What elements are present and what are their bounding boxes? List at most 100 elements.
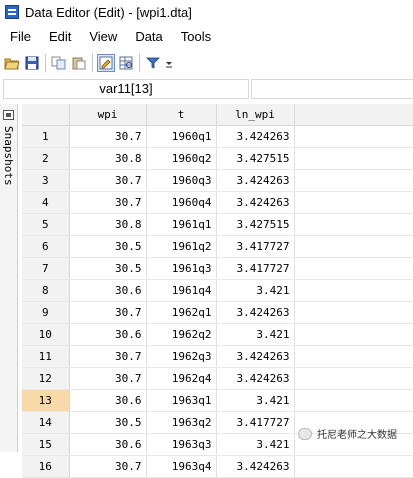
row-number[interactable]: 3	[22, 169, 70, 192]
save-icon[interactable]	[23, 54, 41, 72]
cell-wpi[interactable]: 30.5	[69, 411, 147, 434]
cell-wpi[interactable]: 30.7	[69, 169, 147, 192]
cell-wpi[interactable]: 30.6	[69, 279, 147, 302]
paste-icon[interactable]	[70, 54, 88, 72]
cell-reference-box[interactable]: var11[13]	[3, 79, 249, 99]
table-row[interactable]: 8 30.6 1961q4 3.421	[22, 279, 413, 302]
cell-wpi[interactable]: 30.8	[69, 213, 147, 236]
row-number[interactable]: 7	[22, 257, 70, 280]
row-number[interactable]: 9	[22, 301, 70, 324]
cell-empty[interactable]	[294, 455, 413, 478]
cell-t[interactable]: 1962q2	[146, 323, 217, 346]
cell-ln-wpi[interactable]: 3.427515	[216, 213, 295, 236]
table-row[interactable]: 11 30.7 1962q3 3.424263	[22, 345, 413, 368]
cell-empty[interactable]	[294, 389, 413, 412]
cell-empty[interactable]	[294, 345, 413, 368]
row-number[interactable]: 12	[22, 367, 70, 390]
dropdown-arrow-icon[interactable]	[164, 54, 174, 72]
cell-ln-wpi[interactable]: 3.421	[216, 389, 295, 412]
cell-ln-wpi[interactable]: 3.424263	[216, 125, 295, 148]
cell-empty[interactable]	[294, 125, 413, 148]
browse-mode-icon[interactable]	[117, 54, 135, 72]
cell-t[interactable]: 1960q1	[146, 125, 217, 148]
menu-edit[interactable]: Edit	[39, 29, 79, 44]
cell-wpi[interactable]: 30.6	[69, 389, 147, 412]
copy-icon[interactable]	[50, 54, 68, 72]
column-header-t[interactable]: t	[146, 104, 217, 126]
cell-empty[interactable]	[294, 213, 413, 236]
cell-ln-wpi[interactable]: 3.421	[216, 433, 295, 456]
cell-t[interactable]: 1962q4	[146, 367, 217, 390]
row-number[interactable]: 11	[22, 345, 70, 368]
cell-empty[interactable]	[294, 367, 413, 390]
column-header-empty[interactable]	[294, 104, 413, 126]
snapshot-icon[interactable]	[3, 110, 14, 120]
cell-wpi[interactable]: 30.7	[69, 345, 147, 368]
table-row[interactable]: 3 30.7 1960q3 3.424263	[22, 169, 413, 192]
table-row[interactable]: 12 30.7 1962q4 3.424263	[22, 367, 413, 390]
cell-wpi[interactable]: 30.7	[69, 191, 147, 214]
cell-wpi[interactable]: 30.7	[69, 125, 147, 148]
cell-t[interactable]: 1961q3	[146, 257, 217, 280]
cell-t[interactable]: 1963q3	[146, 433, 217, 456]
cell-t[interactable]: 1960q2	[146, 147, 217, 170]
table-row[interactable]: 13 30.6 1963q1 3.421	[22, 389, 413, 412]
table-row[interactable]: 5 30.8 1961q1 3.427515	[22, 213, 413, 236]
cell-wpi[interactable]: 30.6	[69, 323, 147, 346]
cell-empty[interactable]	[294, 147, 413, 170]
menu-view[interactable]: View	[79, 29, 125, 44]
cell-ln-wpi[interactable]: 3.424263	[216, 367, 295, 390]
menu-file[interactable]: File	[0, 29, 39, 44]
cell-ln-wpi[interactable]: 3.424263	[216, 455, 295, 478]
cell-wpi[interactable]: 30.8	[69, 147, 147, 170]
cell-ln-wpi[interactable]: 3.424263	[216, 301, 295, 324]
row-number[interactable]: 13	[22, 389, 70, 412]
cell-wpi[interactable]: 30.7	[69, 367, 147, 390]
cell-t[interactable]: 1960q3	[146, 169, 217, 192]
table-row[interactable]: 9 30.7 1962q1 3.424263	[22, 301, 413, 324]
table-row[interactable]: 10 30.6 1962q2 3.421	[22, 323, 413, 346]
cell-empty[interactable]	[294, 191, 413, 214]
row-number[interactable]: 6	[22, 235, 70, 258]
column-header-wpi[interactable]: wpi	[69, 104, 147, 126]
corner-cell[interactable]	[22, 104, 70, 126]
row-number[interactable]: 2	[22, 147, 70, 170]
cell-t[interactable]: 1961q1	[146, 213, 217, 236]
cell-t[interactable]: 1962q3	[146, 345, 217, 368]
table-row[interactable]: 16 30.7 1963q4 3.424263	[22, 455, 413, 478]
row-number[interactable]: 5	[22, 213, 70, 236]
row-number[interactable]: 15	[22, 433, 70, 456]
cell-wpi[interactable]: 30.7	[69, 301, 147, 324]
cell-wpi[interactable]: 30.5	[69, 235, 147, 258]
snapshots-label[interactable]: Snapshots	[2, 126, 15, 186]
cell-empty[interactable]	[294, 235, 413, 258]
cell-ln-wpi[interactable]: 3.421	[216, 279, 295, 302]
cell-ln-wpi[interactable]: 3.424263	[216, 169, 295, 192]
row-number[interactable]: 14	[22, 411, 70, 434]
table-row[interactable]: 2 30.8 1960q2 3.427515	[22, 147, 413, 170]
row-number[interactable]: 8	[22, 279, 70, 302]
cell-empty[interactable]	[294, 301, 413, 324]
cell-empty[interactable]	[294, 279, 413, 302]
cell-ln-wpi[interactable]: 3.424263	[216, 191, 295, 214]
cell-t[interactable]: 1962q1	[146, 301, 217, 324]
row-number[interactable]: 1	[22, 125, 70, 148]
cell-wpi[interactable]: 30.6	[69, 433, 147, 456]
cell-t[interactable]: 1963q2	[146, 411, 217, 434]
cell-empty[interactable]	[294, 257, 413, 280]
open-icon[interactable]	[3, 54, 21, 72]
filter-icon[interactable]	[144, 54, 162, 72]
cell-ln-wpi[interactable]: 3.417727	[216, 235, 295, 258]
cell-ln-wpi[interactable]: 3.421	[216, 323, 295, 346]
cell-t[interactable]: 1961q4	[146, 279, 217, 302]
cell-ln-wpi[interactable]: 3.417727	[216, 411, 295, 434]
table-row[interactable]: 4 30.7 1960q4 3.424263	[22, 191, 413, 214]
row-number[interactable]: 16	[22, 455, 70, 478]
cell-ln-wpi[interactable]: 3.424263	[216, 345, 295, 368]
snapshots-panel[interactable]: Snapshots	[0, 104, 18, 452]
cell-ln-wpi[interactable]: 3.427515	[216, 147, 295, 170]
cell-t[interactable]: 1960q4	[146, 191, 217, 214]
edit-mode-icon[interactable]	[97, 54, 115, 72]
table-row[interactable]: 7 30.5 1961q3 3.417727	[22, 257, 413, 280]
cell-t[interactable]: 1961q2	[146, 235, 217, 258]
